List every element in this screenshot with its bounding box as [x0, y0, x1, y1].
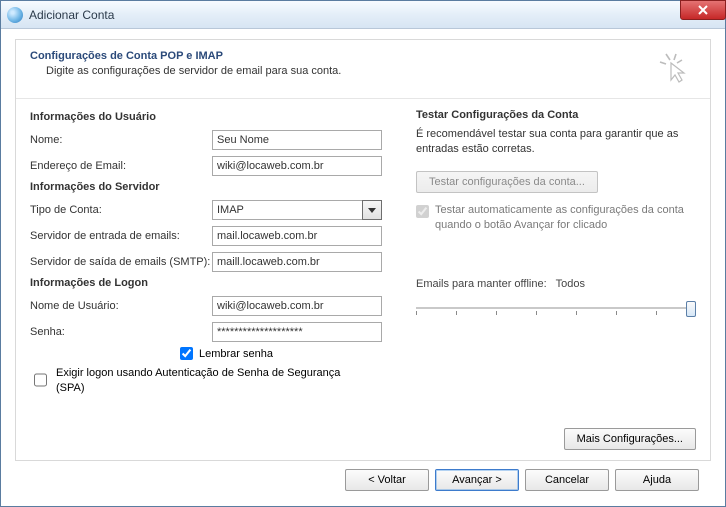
section-server-info: Informações do Servidor	[30, 181, 392, 193]
label-incoming-server: Servidor de entrada de emails:	[30, 230, 212, 242]
username-input[interactable]	[212, 296, 382, 316]
spa-checkbox[interactable]	[34, 367, 47, 393]
test-settings-title: Testar Configurações da Conta	[416, 109, 696, 121]
spa-row: Exigir logon usando Autenticação de Senh…	[30, 366, 392, 396]
test-settings-button: Testar configurações da conta...	[416, 171, 598, 193]
password-input[interactable]	[212, 322, 382, 342]
help-button[interactable]: Ajuda	[615, 469, 699, 491]
offline-slider-label: Emails para manter offline:	[416, 278, 547, 290]
window-title: Adicionar Conta	[29, 8, 114, 22]
label-password: Senha:	[30, 326, 212, 338]
auto-test-label: Testar automaticamente as configurações …	[435, 203, 695, 233]
wizard-footer: < Voltar Avançar > Cancelar Ajuda	[15, 461, 711, 491]
app-icon	[7, 7, 23, 23]
chevron-down-icon	[368, 208, 376, 213]
cursor-icon	[658, 52, 690, 84]
name-input[interactable]	[212, 130, 382, 150]
slider-track	[416, 307, 696, 309]
offline-slider[interactable]	[416, 298, 696, 318]
back-button[interactable]: < Voltar	[345, 469, 429, 491]
slider-thumb[interactable]	[686, 301, 696, 317]
offline-slider-value: Todos	[556, 278, 585, 290]
remember-password-row: Lembrar senha	[180, 347, 392, 360]
page-subtitle: Digite as configurações de servidor de e…	[46, 65, 658, 77]
section-logon-info: Informações de Logon	[30, 277, 392, 289]
close-button[interactable]	[680, 0, 726, 20]
next-button[interactable]: Avançar >	[435, 469, 519, 491]
label-name: Nome:	[30, 134, 212, 146]
section-user-info: Informações do Usuário	[30, 111, 392, 123]
more-settings-button[interactable]: Mais Configurações...	[564, 428, 696, 450]
email-input[interactable]	[212, 156, 382, 176]
outgoing-server-input[interactable]	[212, 252, 382, 272]
label-outgoing-server: Servidor de saída de emails (SMTP):	[30, 256, 212, 268]
remember-password-label: Lembrar senha	[199, 348, 273, 360]
window-titlebar: Adicionar Conta	[1, 1, 725, 29]
test-settings-text: É recomendável testar sua conta para gar…	[416, 127, 696, 157]
label-username: Nome de Usuário:	[30, 300, 212, 312]
label-email: Endereço de Email:	[30, 160, 212, 172]
page-title: Configurações de Conta POP e IMAP	[30, 50, 658, 62]
main-panel: Configurações de Conta POP e IMAP Digite…	[15, 39, 711, 461]
spa-label: Exigir logon usando Autenticação de Senh…	[56, 366, 356, 396]
auto-test-checkbox	[416, 205, 429, 218]
remember-password-checkbox[interactable]	[180, 347, 193, 360]
account-type-select[interactable]	[212, 200, 362, 220]
label-account-type: Tipo de Conta:	[30, 204, 212, 216]
account-type-dropdown-button[interactable]	[362, 200, 382, 220]
incoming-server-input[interactable]	[212, 226, 382, 246]
close-icon	[698, 5, 708, 15]
cancel-button[interactable]: Cancelar	[525, 469, 609, 491]
